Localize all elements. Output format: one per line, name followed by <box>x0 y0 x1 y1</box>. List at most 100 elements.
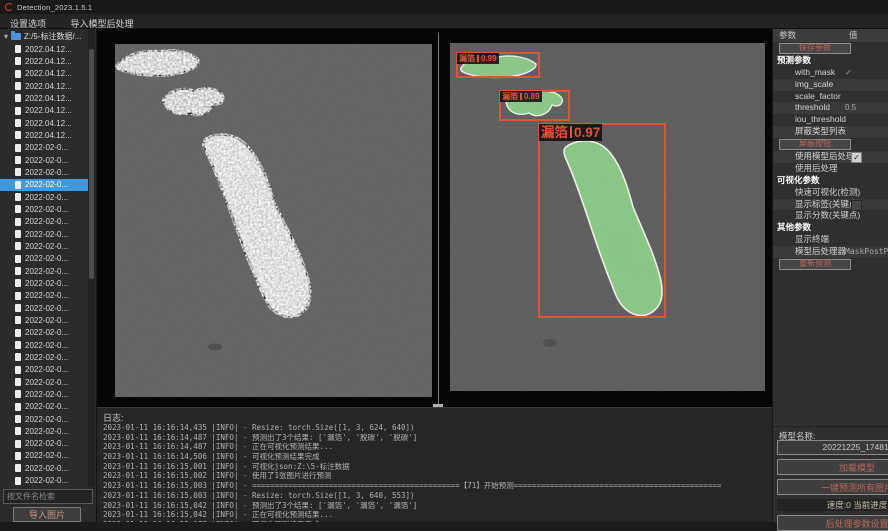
folder-icon <box>11 33 21 40</box>
file-icon <box>15 316 21 324</box>
param-row[interactable]: with_mask✓ <box>773 67 888 79</box>
tree-item[interactable]: 2022-02-0... <box>0 413 88 425</box>
param-row[interactable]: img_scale <box>773 79 888 91</box>
tree-item[interactable]: 2022.04.12... <box>0 43 88 55</box>
param-button[interactable]: 重新预测 <box>779 259 851 270</box>
tree-item[interactable]: 2022-02-0... <box>0 191 88 203</box>
param-row[interactable]: 快速可视化(检测) <box>773 187 888 199</box>
file-icon <box>15 267 21 275</box>
file-icon <box>15 440 21 448</box>
param-row[interactable]: 显示分数(关键点) <box>773 210 888 222</box>
param-row[interactable]: 显示终端 <box>773 234 888 246</box>
param-row[interactable]: iou_threshold <box>773 114 888 126</box>
tree-item[interactable]: 2022-02-0... <box>0 339 88 351</box>
param-row[interactable]: 模型后处理器MaskPostProcess <box>773 246 888 258</box>
file-icon <box>15 119 21 127</box>
tree-item[interactable]: 2022-02-0... <box>0 142 88 154</box>
tree-item[interactable]: 2022-02-0... <box>0 351 88 363</box>
params-header-param: 参数 <box>773 30 796 40</box>
model-name-field[interactable]: 20221225_174813 <box>777 440 888 455</box>
tree-item[interactable]: 2022-02-0... <box>0 474 88 486</box>
tree-item[interactable]: 2022-02-0... <box>0 179 88 191</box>
param-row[interactable]: 使用模型后处理✓ <box>773 151 888 163</box>
tree-item[interactable]: 2022-02-0... <box>0 154 88 166</box>
param-row[interactable]: 屏蔽类型列表 <box>773 126 888 138</box>
tree-item[interactable]: 2022-02-0... <box>0 327 88 339</box>
param-row[interactable]: threshold0.5 <box>773 102 888 114</box>
file-icon <box>15 230 21 238</box>
tree-item[interactable]: 2022.04.12... <box>0 80 88 92</box>
tree-scrollbar[interactable] <box>88 29 95 487</box>
tree-item[interactable]: 2022-02-0... <box>0 277 88 289</box>
tree-item[interactable]: 2022-02-0... <box>0 401 88 413</box>
scrollbar-thumb[interactable] <box>89 49 94 279</box>
param-label: iou_threshold <box>773 114 846 126</box>
params-panel: 参数 值 保存参数预测参数with_mask✓img_scalescale_fa… <box>772 29 888 522</box>
predict-all-button[interactable]: 一键预测所有图片 <box>777 479 888 495</box>
viewer-splitter[interactable] <box>438 33 439 404</box>
tree-item[interactable]: 2022-02-0... <box>0 216 88 228</box>
tree-item[interactable]: 2022-02-0... <box>0 438 88 450</box>
tree-item-label: 2022-02-0... <box>25 328 68 337</box>
tree-item[interactable]: 2022-02-0... <box>0 203 88 215</box>
import-image-button[interactable]: 导入图片 <box>13 507 81 522</box>
param-row[interactable]: 显示标签(关键点) <box>773 199 888 211</box>
tree-item[interactable]: 2022.04.12... <box>0 129 88 141</box>
tree-item-label: 2022-02-0... <box>25 180 68 189</box>
log-panel: 日志: 2023-01-11 16:16:14,435 |INFO| - Res… <box>97 407 772 522</box>
file-icon <box>15 255 21 263</box>
tree-item-label: 2022-02-0... <box>25 451 68 460</box>
tree-item-label: 2022-02-0... <box>25 464 68 473</box>
log-line: 2023-01-11 16:16:15,042 |INFO| - 预测出了3个结… <box>103 501 768 511</box>
param-section-label: 预测参数 <box>773 55 811 67</box>
params-header: 参数 值 <box>773 29 888 42</box>
param-row[interactable]: 使用后处理 <box>773 163 888 175</box>
checkbox[interactable] <box>851 200 862 211</box>
tree-item-label: 2022.04.12... <box>25 57 72 66</box>
tree-item-label: 2022-02-0... <box>25 267 68 276</box>
param-button[interactable]: 保存参数 <box>779 43 851 54</box>
postprocess-settings-button[interactable]: 后处理参数设置 <box>777 515 888 531</box>
tree-root[interactable]: ▾ Z:/5-标注数据/... <box>0 30 81 43</box>
tree-item[interactable]: 2022-02-0... <box>0 314 88 326</box>
checkbox[interactable]: ✓ <box>851 152 862 163</box>
tree-item[interactable]: 2022-02-0... <box>0 166 88 178</box>
tree-item[interactable]: 2022-02-0... <box>0 240 88 252</box>
filename-search-input[interactable] <box>3 489 93 504</box>
param-button[interactable]: 屏蔽按钮 <box>779 139 851 150</box>
tree-item[interactable]: 2022.04.12... <box>0 55 88 67</box>
tree-item-label: 2022-02-0... <box>25 143 68 152</box>
file-icon <box>15 193 21 201</box>
tree-item[interactable]: 2022-02-0... <box>0 364 88 376</box>
detection-label: 漏箔0.97 <box>539 124 602 141</box>
tree-item[interactable]: 2022.04.12... <box>0 105 88 117</box>
param-row-list: 保存参数预测参数with_mask✓img_scalescale_factort… <box>773 42 888 271</box>
param-section-label: 其他参数 <box>773 222 811 234</box>
file-icon <box>15 390 21 398</box>
tree-item[interactable]: 2022.04.12... <box>0 92 88 104</box>
tree-item[interactable]: 2022-02-0... <box>0 462 88 474</box>
param-label: img_scale <box>773 79 833 91</box>
app-window: { "window": { "title": "Detection_2023.1… <box>0 0 888 522</box>
tree-item-label: 2022.04.12... <box>25 45 72 54</box>
param-row[interactable]: scale_factor <box>773 91 888 103</box>
log-line: 2023-01-11 16:16:15,003 |INFO| - Resize:… <box>103 491 768 501</box>
caret-down-icon[interactable]: ▾ <box>4 30 8 43</box>
tree-item[interactable]: 2022.04.12... <box>0 117 88 129</box>
tree-item[interactable]: 2022-02-0... <box>0 302 88 314</box>
tree-item[interactable]: 2022-02-0... <box>0 228 88 240</box>
file-icon <box>15 366 21 374</box>
load-model-button[interactable]: 加载模型 <box>777 459 888 475</box>
tree-item[interactable]: 2022-02-0... <box>0 425 88 437</box>
tree-item[interactable]: 2022.04.12... <box>0 68 88 80</box>
tree-item-label: 2022-02-0... <box>25 415 68 424</box>
tree-item[interactable]: 2022-02-0... <box>0 376 88 388</box>
file-icon <box>15 82 21 90</box>
tree-item[interactable]: 2022-02-0... <box>0 253 88 265</box>
tree-item[interactable]: 2022-02-0... <box>0 388 88 400</box>
tree-item-label: 2022.04.12... <box>25 94 72 103</box>
tree-item[interactable]: 2022-02-0... <box>0 265 88 277</box>
tree-item[interactable]: 2022-02-0... <box>0 450 88 462</box>
tree-item-label: 2022-02-0... <box>25 254 68 263</box>
tree-item[interactable]: 2022-02-0... <box>0 290 88 302</box>
